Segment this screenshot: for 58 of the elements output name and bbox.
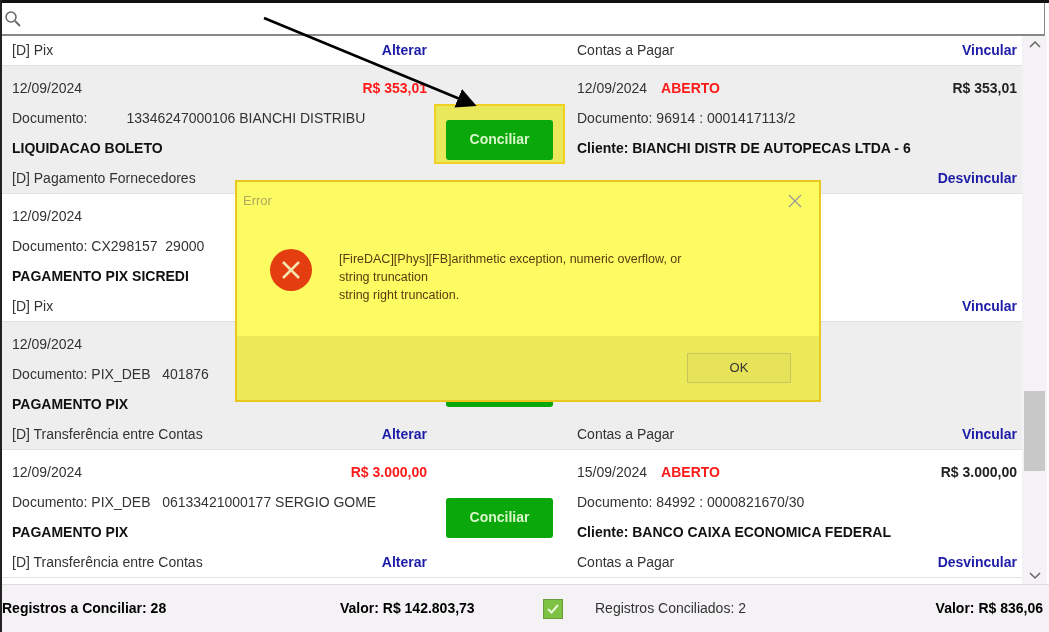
transaction-date: 12/09/2024 (12, 79, 83, 99)
reconciled-count: Registros Conciliados: 2 (595, 599, 746, 618)
category-text: [D] Pagamento Fornecedores (12, 168, 196, 188)
transaction-title: LIQUIDACAO BOLETO (12, 138, 163, 158)
transaction-amount: R$ 3.000,00 (350, 463, 427, 483)
pending-count: Registros a Conciliar: 28 (2, 599, 168, 618)
document-text: Documento: 96914 : 0001417113/2 (577, 109, 796, 129)
transaction-date: 12/09/2024 (12, 463, 83, 483)
link-action[interactable]: Vincular (962, 295, 1017, 317)
document-text: Documento: CX298157 29000 (12, 237, 205, 257)
alterar-link[interactable]: Alterar (381, 423, 427, 445)
close-icon[interactable] (787, 193, 803, 209)
link-action[interactable]: Desvincular (937, 167, 1017, 189)
transaction-title: PAGAMENTO PIX SICREDI (12, 266, 189, 286)
category-text: Contas a Pagar (577, 424, 675, 444)
scrollbar[interactable] (1022, 36, 1047, 584)
check-icon (547, 603, 559, 614)
bill-amount: R$ 3.000,00 (940, 463, 1017, 483)
category-text: [D] Transferência entre Contas (12, 424, 203, 444)
pending-value: Valor: R$ 142.803,73 (340, 599, 476, 618)
document-text: Documento: 13346247000106 BIANCHI DISTRIBU (12, 109, 366, 129)
category-text: Contas a Pagar (577, 41, 675, 60)
alterar-link[interactable]: Alterar (381, 551, 427, 573)
client-name: Cliente: BANCO CAIXA ECONOMICA FEDERAL (577, 522, 891, 542)
scroll-up-icon[interactable] (1028, 40, 1041, 48)
transaction-title: PAGAMENTO PIX (12, 522, 129, 542)
error-message: [FireDAC][Phys][FB]arithmetic exception, numeric overflow, or (339, 251, 682, 268)
category-text: [D] Pix (12, 296, 54, 316)
transaction-date: 12/09/2024 (12, 207, 83, 227)
transaction-date: 12/09/2024 (12, 335, 83, 355)
due-date: 12/09/2024 (577, 79, 648, 99)
reconciled-value: Valor: R$ 836,06 (935, 599, 1043, 618)
status-text: ABERTO (661, 463, 720, 483)
error-icon (269, 248, 313, 292)
link-action[interactable]: Vincular (962, 423, 1017, 445)
transaction-title: PAGAMENTO PIX (12, 394, 129, 414)
ok-button[interactable]: OK (687, 353, 791, 383)
category-text: [D] Transferência entre Contas (12, 552, 203, 572)
client-name: Cliente: BIANCHI DISTR DE AUTOPECAS LTDA - 6 (577, 138, 911, 158)
search-icon (4, 9, 22, 28)
link-action[interactable]: Desvincular (937, 551, 1017, 573)
due-date: 15/09/2024 (577, 463, 648, 483)
error-message: string truncation (339, 269, 429, 286)
document-text: Documento: PIX_DEB 401876 (12, 365, 209, 385)
scroll-thumb[interactable] (1024, 391, 1045, 471)
status-text: ABERTO (661, 79, 720, 99)
dialog-title: Error (243, 192, 272, 211)
alterar-link[interactable]: Alterar (381, 40, 427, 61)
link-action[interactable]: Vincular (962, 40, 1017, 61)
category-text: [D] Pix (12, 41, 54, 60)
bill-amount: R$ 353,01 (952, 79, 1017, 99)
category-text: Contas a Pagar (577, 552, 675, 572)
checkbox[interactable] (543, 598, 563, 619)
document-text: Documento: PIX_DEB 06133421000177 SERGIO GOME (12, 493, 377, 513)
scroll-down-icon[interactable] (1028, 572, 1041, 580)
transaction-amount: R$ 353,01 (362, 79, 427, 99)
error-message: string right truncation. (339, 287, 461, 304)
document-text: Documento: 84992 : 0000821670/30 (577, 493, 805, 513)
